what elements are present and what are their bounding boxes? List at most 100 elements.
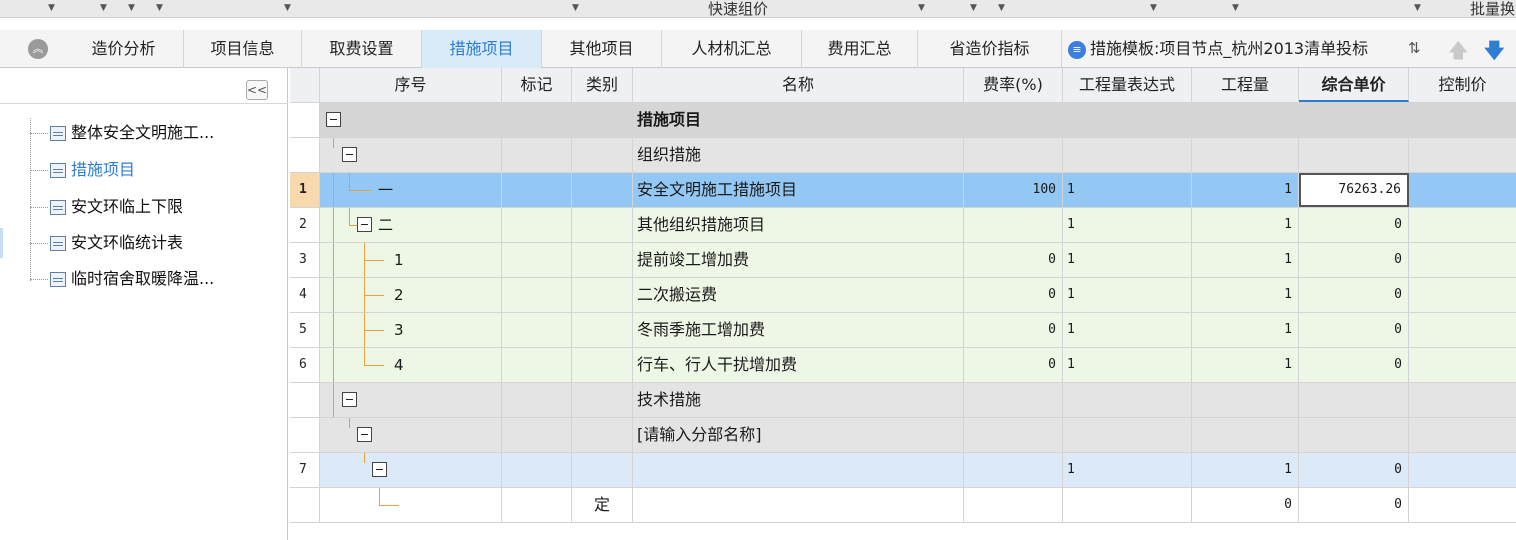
collapse-minus-icon[interactable]	[372, 462, 387, 477]
unit-price-cell[interactable]: 0	[1299, 348, 1409, 382]
seq-cell[interactable]	[320, 103, 502, 137]
dropdown-arrow-icon[interactable]: ▼	[1232, 3, 1239, 13]
table-row[interactable]: 7 1 1 0	[290, 453, 1516, 488]
dropdown-arrow-icon[interactable]: ▼	[100, 3, 107, 13]
seq-cell[interactable]	[320, 383, 502, 417]
tree-item-overall-safety[interactable]: 整体安全文明施工...	[30, 118, 214, 148]
table-row[interactable]: 4 2 二次搬运费 0 1 1 0	[290, 278, 1516, 313]
unit-price-cell[interactable]: 0	[1299, 453, 1409, 487]
dropdown-arrow-icon[interactable]: ▼	[1414, 3, 1421, 13]
qty-cell[interactable]: 1	[1192, 453, 1299, 487]
table-row[interactable]: 组织措施	[290, 138, 1516, 173]
qty-cell[interactable]: 1	[1192, 173, 1299, 207]
header-unit-price[interactable]: 综合单价	[1299, 68, 1409, 102]
dropdown-arrow-icon[interactable]: ▼	[128, 3, 135, 13]
unit-price-cell-active[interactable]: 76263.26	[1299, 173, 1409, 207]
collapse-panel-button[interactable]: <<	[246, 80, 268, 100]
category-cell[interactable]: 定	[572, 488, 633, 522]
seq-cell[interactable]	[320, 418, 502, 452]
table-row[interactable]: 定 0 0	[290, 488, 1516, 523]
header-control-price[interactable]: 控制价	[1409, 68, 1516, 102]
tree-item-env-limits[interactable]: 安文环临上下限	[30, 192, 183, 222]
category-cell[interactable]	[572, 453, 633, 487]
name-cell[interactable]: 二次搬运费	[633, 278, 964, 312]
tab-project-info[interactable]: 项目信息	[184, 30, 302, 68]
tree-item-env-stats[interactable]: 安文环临统计表	[30, 228, 183, 258]
header-quantity[interactable]: 工程量	[1192, 68, 1299, 102]
tab-fee-settings[interactable]: 取费设置	[302, 30, 422, 68]
name-cell[interactable]: 其他组织措施项目	[633, 208, 964, 242]
mark-cell[interactable]	[502, 208, 572, 242]
tab-provincial-cost-index[interactable]: 省造价指标	[918, 30, 1062, 68]
expr-cell[interactable]	[1063, 103, 1192, 137]
dropdown-arrow-icon[interactable]: ▼	[918, 3, 925, 13]
qty-cell[interactable]	[1192, 383, 1299, 417]
mark-cell[interactable]	[502, 348, 572, 382]
header-category[interactable]: 类别	[572, 68, 633, 102]
expr-cell[interactable]: 1	[1063, 208, 1192, 242]
table-row[interactable]: 2 二 其他组织措施项目 1 1 0	[290, 208, 1516, 243]
seq-cell[interactable]	[320, 138, 502, 172]
category-cell[interactable]	[572, 138, 633, 172]
collapse-up-icon[interactable]: ︽	[28, 39, 48, 59]
seq-cell[interactable]: 3	[320, 313, 502, 347]
mark-cell[interactable]	[502, 173, 572, 207]
mark-cell[interactable]	[502, 278, 572, 312]
control-price-cell[interactable]	[1409, 138, 1516, 172]
qty-cell[interactable]: 1	[1192, 278, 1299, 312]
name-cell[interactable]: 冬雨季施工增加费	[633, 313, 964, 347]
name-cell[interactable]	[633, 453, 964, 487]
expr-cell[interactable]: 1	[1063, 173, 1192, 207]
table-row[interactable]: 5 3 冬雨季施工增加费 0 1 1 0	[290, 313, 1516, 348]
header-rate[interactable]: 费率(%)	[964, 68, 1063, 102]
control-price-cell[interactable]	[1409, 418, 1516, 452]
tab-labor-material-summary[interactable]: 人材机汇总	[662, 30, 802, 68]
seq-cell[interactable]	[320, 453, 502, 487]
expr-cell[interactable]: 1	[1063, 278, 1192, 312]
dropdown-arrow-icon[interactable]: ▼	[572, 3, 579, 13]
section-name-input[interactable]: [请输入分部名称]	[633, 418, 964, 452]
collapse-minus-icon[interactable]	[357, 427, 372, 442]
collapse-minus-icon[interactable]	[357, 217, 372, 232]
control-price-cell[interactable]	[1409, 488, 1516, 522]
qty-cell[interactable]: 0	[1192, 488, 1299, 522]
batch-replace-button[interactable]: 批量换	[1470, 0, 1515, 19]
move-down-arrow-icon[interactable]: 🡇	[1484, 36, 1505, 70]
mark-cell[interactable]	[502, 243, 572, 277]
dropdown-arrow-icon[interactable]: ▼	[970, 3, 977, 13]
name-cell[interactable]: 技术措施	[633, 383, 964, 417]
tab-fee-summary[interactable]: 费用汇总	[802, 30, 918, 68]
seq-cell[interactable]: 2	[320, 278, 502, 312]
name-cell[interactable]: 提前竣工增加费	[633, 243, 964, 277]
qty-cell[interactable]	[1192, 418, 1299, 452]
header-name[interactable]: 名称	[633, 68, 964, 102]
unit-price-cell[interactable]: 0	[1299, 313, 1409, 347]
category-cell[interactable]	[572, 383, 633, 417]
name-cell[interactable]	[633, 488, 964, 522]
control-price-cell[interactable]	[1409, 453, 1516, 487]
header-mark[interactable]: 标记	[502, 68, 572, 102]
expr-cell[interactable]	[1063, 138, 1192, 172]
rate-cell[interactable]	[964, 138, 1063, 172]
qty-cell[interactable]	[1192, 138, 1299, 172]
mark-cell[interactable]	[502, 138, 572, 172]
category-cell[interactable]	[572, 208, 633, 242]
dropdown-arrow-icon[interactable]: ▼	[48, 3, 55, 13]
qty-cell[interactable]: 1	[1192, 348, 1299, 382]
mark-cell[interactable]	[502, 488, 572, 522]
tab-cost-analysis[interactable]: 造价分析	[64, 30, 184, 68]
tab-measures[interactable]: 措施项目	[422, 30, 542, 68]
control-price-cell[interactable]	[1409, 173, 1516, 207]
rate-cell[interactable]	[964, 488, 1063, 522]
collapse-minus-icon[interactable]	[342, 392, 357, 407]
seq-cell[interactable]: 一	[320, 173, 502, 207]
rate-cell[interactable]: 0	[964, 348, 1063, 382]
tab-other-items[interactable]: 其他项目	[542, 30, 662, 68]
name-cell[interactable]: 安全文明施工措施项目	[633, 173, 964, 207]
expr-cell[interactable]	[1063, 418, 1192, 452]
mark-cell[interactable]	[502, 103, 572, 137]
collapse-minus-icon[interactable]	[342, 147, 357, 162]
category-cell[interactable]	[572, 348, 633, 382]
seq-cell[interactable]: 4	[320, 348, 502, 382]
rate-cell[interactable]: 0	[964, 243, 1063, 277]
